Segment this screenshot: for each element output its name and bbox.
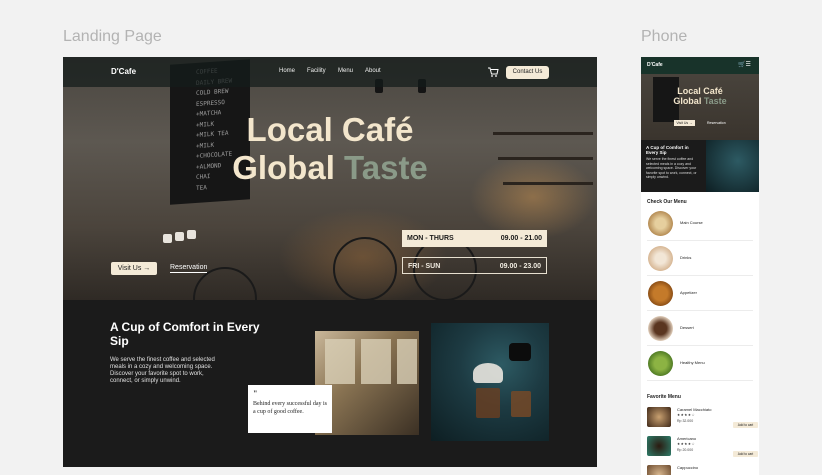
phone-mockup: D'Cafe 🛒☰ Local Café Global Taste Visit … — [641, 57, 759, 475]
nav-link-facility[interactable]: Facility — [307, 68, 326, 74]
favorite-item-name: Caramel Macchiato — [677, 407, 712, 412]
phone-frame-label: Phone — [641, 28, 688, 45]
visit-us-button[interactable]: Visit Us → — [111, 262, 157, 275]
opening-hours-weekend: FRI - SUN 09.00 - 23.00 — [402, 257, 547, 274]
favorite-item: Caramel Macchiato ★★★★☆ Rp 32.000 Add to… — [647, 405, 758, 433]
favorite-item-price: Rp 20.000 — [677, 448, 694, 452]
coffee-carafe — [511, 391, 531, 417]
hero-title-global: Global — [232, 149, 345, 186]
brand-logo[interactable]: D'Cafe — [111, 67, 136, 76]
menu-category-healthy-menu[interactable]: Healthy Menu — [647, 347, 753, 381]
hero-title-taste: Taste — [344, 149, 428, 186]
coffee-dripper — [473, 363, 503, 383]
phone-about-text: We serve the finest coffee and selected … — [646, 157, 697, 179]
phone-reservation-link[interactable]: Reservation — [707, 120, 726, 126]
phone-hero-title-line2: Global Taste — [641, 96, 759, 106]
hero-title-line2: Global Taste — [63, 149, 597, 187]
phone-hero-title: Local Café Global Taste — [641, 86, 759, 106]
add-to-cart-button[interactable]: Add to cart — [733, 451, 758, 457]
phone-visit-us-button[interactable]: Visit Us → — [674, 120, 695, 126]
favorite-item: Americano ★★★★☆ Rp 20.000 Add to cart — [647, 434, 758, 462]
menu-category-main-course[interactable]: Main Course — [647, 207, 753, 241]
phone-navbar: D'Cafe 🛒☰ — [641, 57, 759, 74]
top-navbar: D'Cafe Home Facility Menu About Contact … — [63, 57, 597, 87]
about-title: A Cup of Comfort in Every Sip — [110, 320, 260, 348]
favorite-item-image — [647, 465, 671, 475]
quote-card: " Behind every successful day is a cup o… — [248, 385, 332, 433]
menu-category-label: Appetizer — [680, 290, 697, 295]
reservation-link[interactable]: Reservation — [170, 264, 208, 273]
phone-about-section: A Cup of Comfort in Every Sip We serve t… — [641, 140, 759, 192]
hours-days: FRI - SUN — [408, 263, 441, 270]
menu-category-label: Main Course — [680, 220, 703, 225]
phone-nav-icons: 🛒☰ — [738, 61, 751, 68]
opening-hours-weekday: MON - THURS 09.00 - 21.00 — [402, 230, 547, 247]
phone-hero-title-line1: Local Café — [677, 86, 723, 96]
pour-over-coffee-photo — [431, 323, 549, 441]
menu-category-appetizer[interactable]: Appetizer — [647, 277, 753, 311]
favorite-section-title: Favorite Menu — [647, 394, 681, 400]
hero-title-line1: Local Café — [246, 111, 414, 148]
add-to-cart-button[interactable]: Add to cart — [733, 422, 758, 428]
nav-link-menu[interactable]: Menu — [338, 68, 353, 74]
window-pane — [325, 339, 355, 384]
kettle — [509, 343, 531, 361]
chalkboard-text: ESPRESSO — [196, 98, 225, 108]
bicycle-wheel — [333, 237, 397, 300]
nav-link-home[interactable]: Home — [279, 68, 295, 74]
main-course-dish-image — [648, 211, 673, 236]
quote-mark: " — [253, 389, 258, 398]
favorite-item-name: Cappuccino — [677, 465, 699, 470]
chalkboard-text: COLD BREW — [196, 87, 229, 97]
phone-brand-logo[interactable]: D'Cafe — [647, 62, 663, 68]
menu-category-label: Dessert — [680, 325, 694, 330]
phone-coffee-photo — [706, 140, 759, 192]
quote-text: Behind every successful day is a cup of … — [253, 401, 327, 415]
window-pane — [361, 339, 391, 384]
menu-category-dessert[interactable]: Dessert — [647, 312, 753, 346]
hamburger-menu-icon[interactable]: ☰ — [745, 62, 750, 68]
drinks-image — [648, 246, 673, 271]
window-pane — [397, 339, 417, 384]
contact-us-button[interactable]: Contact Us — [506, 66, 549, 79]
cup — [187, 230, 196, 239]
menu-category-label: Healthy Menu — [680, 360, 705, 365]
favorite-item-image — [647, 407, 671, 427]
appetizer-image — [648, 281, 673, 306]
coffee-carafe — [476, 388, 500, 418]
about-text: We serve the finest coffee and selected … — [110, 357, 215, 384]
phone-hero-title-global: Global — [673, 96, 704, 106]
healthy-menu-image — [648, 351, 673, 376]
hours-days: MON - THURS — [407, 235, 454, 242]
phone-about-title: A Cup of Comfort in Every Sip — [646, 145, 689, 155]
landing-page-frame-label: Landing Page — [63, 28, 162, 45]
menu-section-title: Check Our Menu — [647, 199, 687, 205]
phone-hero-title-taste: Taste — [703, 96, 727, 106]
favorite-item-image — [647, 436, 671, 456]
favorite-item-name: Americano — [677, 436, 697, 441]
menu-category-drinks[interactable]: Drinks — [647, 242, 753, 276]
hours-time: 09.00 - 23.00 — [499, 263, 541, 270]
hero-title: Local Café Global Taste — [63, 111, 597, 187]
cart-icon[interactable] — [487, 66, 499, 78]
hours-time: 09.00 - 21.00 — [500, 235, 542, 242]
hero-section: COFFEEDAILY BREWCOLD BREWESPRESSO+MATCHA… — [63, 57, 597, 300]
favorite-item: Cappuccino — [647, 463, 753, 475]
nav-link-about[interactable]: About — [365, 68, 381, 74]
cup — [175, 232, 184, 241]
phone-hero: D'Cafe 🛒☰ Local Café Global Taste Visit … — [641, 57, 759, 140]
menu-category-label: Drinks — [680, 255, 692, 260]
cup — [163, 234, 172, 243]
dessert-image — [648, 316, 673, 341]
favorite-item-price: Rp 32.000 — [677, 419, 694, 423]
rating-stars: ★★★★☆ — [677, 413, 696, 417]
landing-page: COFFEEDAILY BREWCOLD BREWESPRESSO+MATCHA… — [63, 57, 597, 467]
rating-stars: ★★★★☆ — [677, 442, 696, 446]
